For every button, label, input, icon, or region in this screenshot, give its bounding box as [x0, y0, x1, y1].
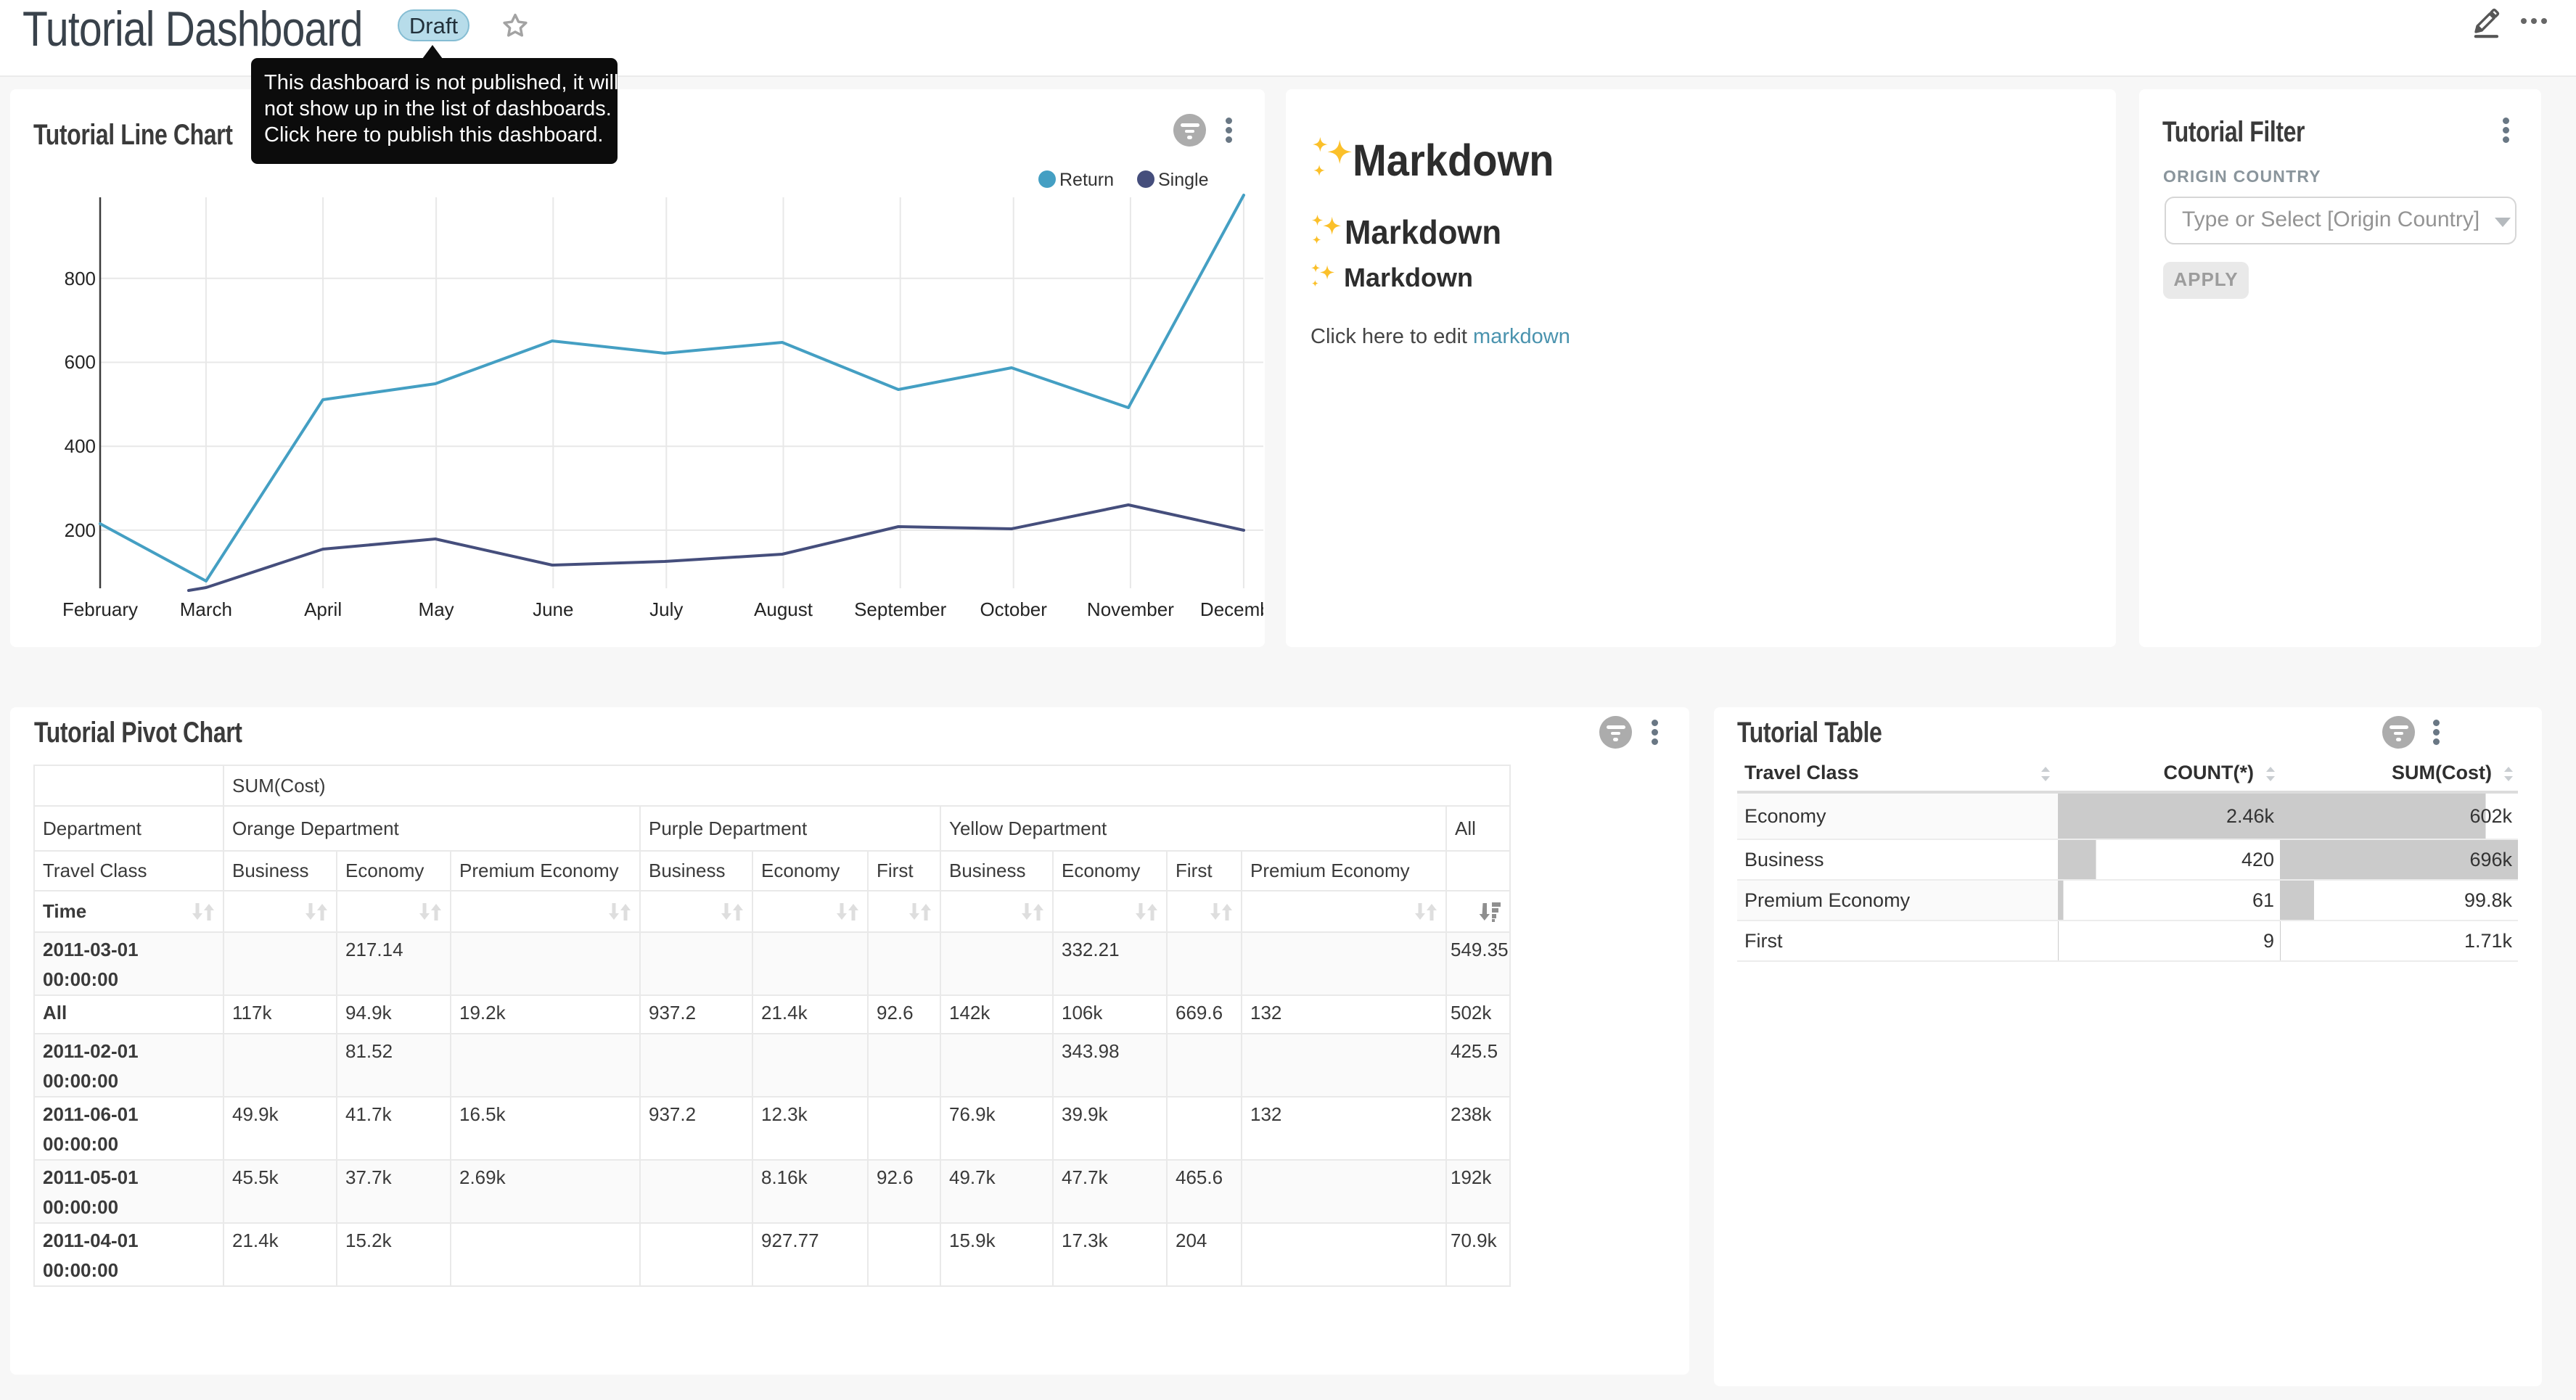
svg-text:February: February: [62, 598, 138, 620]
svg-text:September: September: [854, 598, 947, 620]
svg-text:November: November: [1087, 598, 1174, 620]
svg-text:December: December: [1200, 598, 1263, 620]
svg-text:800: 800: [65, 268, 96, 289]
svg-text:August: August: [754, 598, 813, 620]
svg-text:March: March: [180, 598, 232, 620]
svg-text:July: July: [649, 598, 683, 620]
svg-text:200: 200: [65, 519, 96, 541]
svg-text:Return: Return: [1059, 170, 1114, 190]
svg-text:May: May: [419, 598, 454, 620]
svg-text:600: 600: [65, 351, 96, 373]
svg-text:June: June: [533, 598, 573, 620]
svg-text:400: 400: [65, 435, 96, 457]
svg-text:Single: Single: [1158, 170, 1209, 190]
svg-text:April: April: [304, 598, 342, 620]
svg-text:October: October: [980, 598, 1047, 620]
